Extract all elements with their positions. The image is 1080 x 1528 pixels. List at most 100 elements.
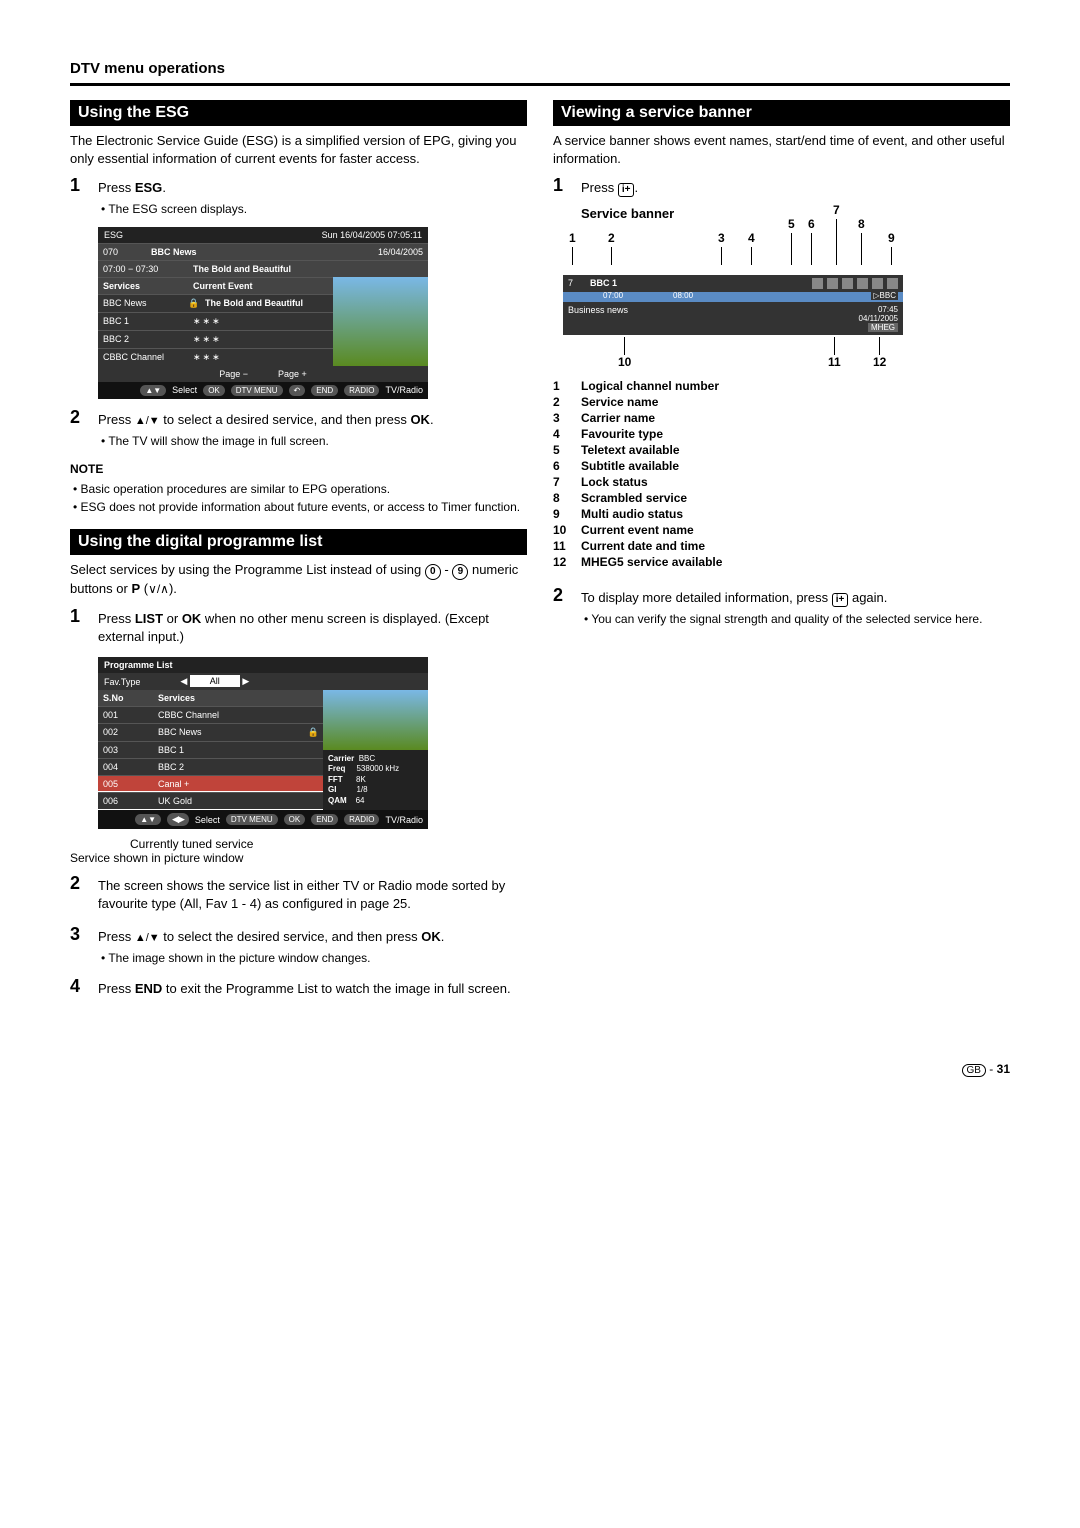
back-icon: ↶ bbox=[289, 385, 306, 396]
esg-datetime: Sun 16/04/2005 07:05:11 bbox=[322, 230, 422, 240]
right-column: Viewing a service banner A service banne… bbox=[553, 100, 1010, 1002]
page-footer: GB - 31 bbox=[70, 1062, 1010, 1077]
lock-icon: 🔒 bbox=[188, 295, 200, 312]
esg-current-prog: The Bold and Beautiful bbox=[188, 261, 428, 277]
updown-icon bbox=[135, 929, 160, 944]
lock-icon: 🔒 bbox=[304, 724, 323, 741]
divider bbox=[70, 83, 1010, 86]
sb-event-name: Business news bbox=[568, 305, 859, 332]
step-text: To display more detailed information, pr… bbox=[581, 589, 1010, 607]
plist-title: Programme List bbox=[98, 657, 428, 673]
leftright-icon bbox=[167, 813, 189, 826]
preview-image bbox=[323, 690, 428, 750]
page-heading: DTV menu operations bbox=[70, 60, 1010, 77]
sb-mheg: MHEG bbox=[868, 323, 898, 332]
sb-date: 04/11/2005 bbox=[859, 314, 898, 323]
list-item: 001CBBC Channel bbox=[98, 706, 323, 723]
esg-step-1: 1 Press ESG. • The ESG screen displays. bbox=[70, 175, 527, 219]
fav-icon bbox=[812, 278, 823, 289]
num9-icon: 9 bbox=[452, 564, 468, 580]
list-item-selected: 006UK Gold bbox=[98, 792, 323, 809]
step-bullet: • You can verify the signal strength and… bbox=[581, 611, 1010, 627]
step-number: 2 bbox=[70, 407, 98, 451]
step-text: Press to select the desired service, and… bbox=[98, 928, 527, 946]
gb-badge: GB bbox=[962, 1064, 986, 1077]
step-bullet: • The image shown in the picture window … bbox=[98, 950, 527, 966]
audio-icon bbox=[887, 278, 898, 289]
step-number: 2 bbox=[70, 873, 98, 916]
info-icon: i+ bbox=[618, 183, 635, 197]
note-item: • ESG does not provide information about… bbox=[70, 499, 527, 515]
esg-row: BBC 1∗∗∗ bbox=[98, 312, 333, 330]
plist-step-1: 1 Press LIST or OK when no other menu sc… bbox=[70, 606, 527, 649]
info-icon: i+ bbox=[832, 593, 849, 607]
sb-lcn: 7 bbox=[568, 278, 590, 288]
esg-ch-date: 16/04/2005 bbox=[338, 244, 428, 260]
esg-ch-name: BBC News bbox=[146, 244, 338, 260]
list-item: 002BBC News🔒 bbox=[98, 723, 323, 741]
step-bullet: • The TV will show the image in full scr… bbox=[98, 433, 527, 449]
plist-step-4: 4 Press END to exit the Programme List t… bbox=[70, 976, 527, 1002]
step-text: Press to select a desired service, and t… bbox=[98, 411, 527, 429]
section-service-banner: Viewing a service banner bbox=[553, 100, 1010, 126]
step-text: Press END to exit the Programme List to … bbox=[98, 980, 527, 998]
preview-image bbox=[333, 277, 428, 366]
service-banner-figure: 1 2 3 4 5 6 7 8 9 7 BBC 1 bbox=[563, 231, 903, 365]
channel-updown-icon bbox=[148, 581, 169, 596]
updown-icon: ▲▼ bbox=[135, 814, 161, 825]
esg-screenshot: ESG Sun 16/04/2005 07:05:11 070 BBC News… bbox=[98, 227, 428, 399]
esg-title: ESG bbox=[104, 230, 123, 240]
sb-time: 07:45 bbox=[859, 305, 898, 314]
section-using-esg: Using the ESG bbox=[70, 100, 527, 126]
two-column-layout: Using the ESG The Electronic Service Gui… bbox=[70, 100, 1010, 1002]
list-item: 003BBC 1 bbox=[98, 741, 323, 758]
num0-icon: 0 bbox=[425, 564, 441, 580]
caption-tuned: Currently tuned service bbox=[130, 837, 527, 851]
left-arrow-icon bbox=[180, 676, 187, 686]
page-minus: Page − bbox=[219, 369, 248, 379]
col-event: Current Event bbox=[188, 278, 333, 294]
callouts-top: 1 2 3 4 5 6 7 8 9 bbox=[563, 231, 903, 275]
list-item: 004BBC 2 bbox=[98, 758, 323, 775]
step-number: 2 bbox=[553, 585, 581, 629]
plist-step-3: 3 Press to select the desired service, a… bbox=[70, 924, 527, 968]
signal-info: Carrier BBC Freq 538000 kHz FFT 8K GI 1/… bbox=[323, 750, 428, 810]
updown-icon: ▲▼ bbox=[140, 385, 166, 396]
step-number: 1 bbox=[70, 175, 98, 219]
sb-step-1: 1 Press i+. bbox=[553, 175, 1010, 201]
step-text: Press ESG. bbox=[98, 179, 527, 197]
callouts-bottom: 10 11 12 bbox=[563, 335, 903, 365]
step-number: 4 bbox=[70, 976, 98, 1002]
sb-timeline: 07:00 08:00 ▷BBC bbox=[563, 292, 903, 302]
step-number: 1 bbox=[553, 175, 581, 201]
step-text: Press i+. bbox=[581, 179, 1010, 197]
sb-carrier: ▷BBC bbox=[871, 291, 898, 300]
caption-shown: Service shown in picture window bbox=[70, 851, 527, 865]
right-arrow-icon bbox=[242, 676, 249, 686]
col-services: Services bbox=[98, 278, 188, 294]
left-column: Using the ESG The Electronic Service Gui… bbox=[70, 100, 527, 1002]
sb-step-2: 2 To display more detailed information, … bbox=[553, 585, 1010, 629]
esg-timerange: 07:00 − 07:30 bbox=[98, 261, 188, 277]
page-plus: Page + bbox=[278, 369, 307, 379]
fav-value: All bbox=[190, 675, 240, 687]
subtitle-icon bbox=[842, 278, 853, 289]
esg-row: BBC 2∗∗∗ bbox=[98, 330, 333, 348]
esg-intro: The Electronic Service Guide (ESG) is a … bbox=[70, 132, 527, 167]
sb-intro: A service banner shows event names, star… bbox=[553, 132, 1010, 167]
step-text: Press LIST or OK when no other menu scre… bbox=[98, 610, 527, 645]
service-banner-label: Service banner bbox=[581, 205, 1010, 223]
step-text: The screen shows the service list in eit… bbox=[98, 877, 527, 912]
scramble-icon bbox=[872, 278, 883, 289]
updown-icon bbox=[135, 412, 160, 427]
section-programme-list: Using the digital programme list bbox=[70, 529, 527, 555]
note-item: • Basic operation procedures are similar… bbox=[70, 481, 527, 497]
esg-row: CBBC Channel∗∗∗ bbox=[98, 348, 333, 366]
teletext-icon bbox=[827, 278, 838, 289]
plist-step-2: 2 The screen shows the service list in e… bbox=[70, 873, 527, 916]
esg-step-2: 2 Press to select a desired service, and… bbox=[70, 407, 527, 451]
sb-service-name: BBC 1 bbox=[590, 278, 617, 288]
esg-row: BBC News 🔒 The Bold and Beautiful bbox=[98, 294, 333, 312]
lock-icon bbox=[857, 278, 868, 289]
step-bullet: • The ESG screen displays. bbox=[98, 201, 527, 217]
